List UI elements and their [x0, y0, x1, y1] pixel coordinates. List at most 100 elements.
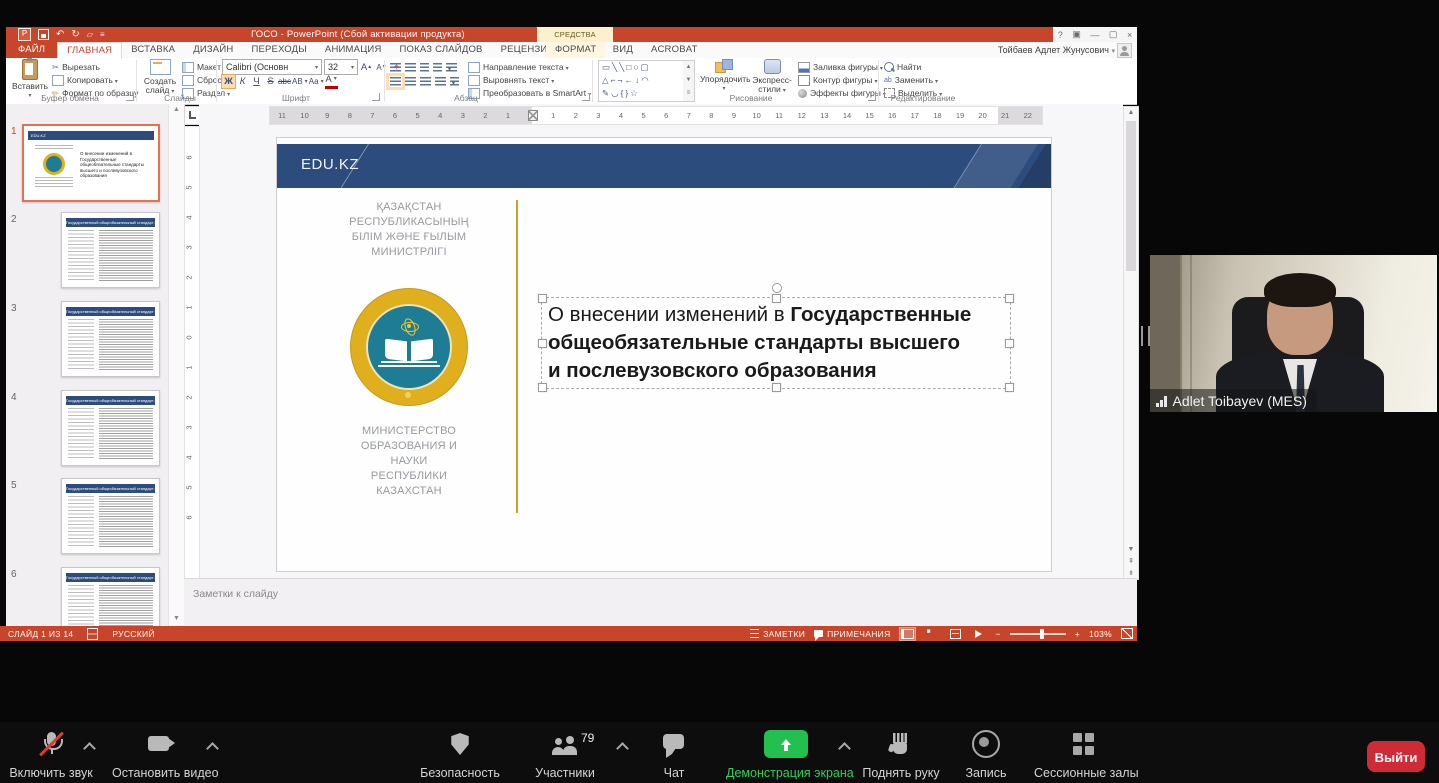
shape-fill-button[interactable]: Заливка фигуры [798, 61, 883, 73]
change-case-button[interactable]: Аа [309, 75, 324, 88]
save-icon[interactable] [38, 29, 49, 40]
reading-view-button[interactable] [948, 628, 963, 640]
tab-transitions[interactable]: ПЕРЕХОДЫ [242, 42, 315, 58]
vertical-ruler[interactable]: 6543210123456 [184, 126, 200, 580]
paragraph-dialog-launcher[interactable] [582, 93, 590, 101]
scroll-up-icon[interactable]: ▲ [169, 106, 184, 113]
text-direction-button[interactable]: Направление текста [468, 61, 569, 73]
tab-view[interactable]: ВИД [604, 42, 642, 58]
scroll-down-icon[interactable]: ▼ [1124, 546, 1138, 553]
align-right-icon[interactable] [420, 76, 431, 86]
columns-icon[interactable] [450, 76, 459, 86]
toolbar-share-button[interactable]: Демонстрация экрана [726, 728, 854, 780]
shapes-gallery-scroll[interactable]: ▲ ▼ ≡ [683, 60, 695, 102]
minimize-button[interactable]: — [1090, 30, 1099, 40]
slideshow-view-button[interactable] [972, 628, 987, 640]
notes-pane[interactable]: Заметки к слайду [184, 578, 1137, 627]
tab-slideshow[interactable]: ПОКАЗ СЛАЙДОВ [391, 42, 492, 58]
restore-button[interactable]: ▢ [1109, 29, 1118, 40]
slide-sorter-view-button[interactable] [924, 628, 939, 640]
font-name-select[interactable]: Calibri (Основн ▾ [222, 59, 322, 75]
grow-font-button[interactable]: А ▲ [360, 61, 373, 74]
resize-handle-e[interactable] [1005, 339, 1014, 348]
qat-menu-icon[interactable]: ≡ [100, 28, 105, 41]
undo-icon[interactable]: ↶ [56, 28, 64, 41]
scrollbar-thumb[interactable] [1126, 121, 1136, 271]
zoom-slider[interactable] [1009, 628, 1066, 639]
shapes-gallery[interactable]: ▭╲╲□○▢ △⌐¬←↓◠ ✎◡{}☆ [598, 60, 690, 102]
redo-icon[interactable]: ↻ [71, 28, 79, 41]
zoom-in-button[interactable]: + [1075, 629, 1080, 639]
resize-handle-s[interactable] [772, 383, 781, 392]
cut-button[interactable]: ✂ Вырезать [52, 61, 100, 73]
bold-button[interactable]: Ж [221, 73, 236, 89]
toolbar-unmute-button[interactable]: Включить звук [1, 728, 101, 780]
resize-handle-se[interactable] [1005, 383, 1014, 392]
align-center-icon[interactable] [405, 76, 416, 86]
thumbnails-scrollbar[interactable]: ▲ ▼ [168, 104, 185, 626]
help-button[interactable]: ? [1058, 30, 1063, 40]
slide-canvas[interactable]: EDU.KZ ҚАЗАҚСТАН РЕСПУБЛИКАСЫНЫҢ БІЛІМ Ж… [276, 137, 1052, 572]
normal-view-button[interactable] [898, 626, 916, 641]
toolbar-breakout-button[interactable]: Сессионные залы [1034, 728, 1139, 780]
justify-icon[interactable] [435, 76, 446, 86]
fit-to-window-icon[interactable] [1121, 628, 1133, 639]
tab-animations[interactable]: АНИМАЦИЯ [316, 42, 391, 58]
tab-format[interactable]: ФОРМАТ [546, 42, 606, 58]
toolbar-record-button[interactable]: Запись [936, 728, 1036, 780]
panel-drag-handle[interactable] [1141, 326, 1150, 346]
slide-title-textbox[interactable]: О внесении изменений в Государственные о… [538, 283, 1014, 392]
shape-outline-button[interactable]: Контур фигуры [798, 74, 877, 86]
underline-button[interactable]: Ч [250, 75, 263, 88]
slide-thumbnail[interactable]: Государственный общеобязательный стандар… [61, 301, 160, 377]
toolbar-chat-button[interactable]: Чат [624, 728, 724, 780]
tab-insert[interactable]: ВСТАВКА [122, 42, 184, 58]
copy-button[interactable]: Копировать [52, 74, 118, 86]
align-left-icon[interactable] [386, 72, 405, 90]
layout-button[interactable]: Макет [182, 61, 226, 73]
horizontal-ruler[interactable]: 11 10 9 8 7 6 5 4 3 2 1 1 2 3 4 5 6 7 8 9 10 11 12 13 14 15 16 17 18… [269, 106, 1043, 125]
zoom-slider-thumb[interactable] [1039, 628, 1044, 639]
ruler-tab-selector[interactable] [184, 106, 200, 125]
toolbar-security-button[interactable]: Безопасность [410, 728, 510, 780]
italic-button[interactable]: К [236, 75, 249, 88]
slide-thumbnail[interactable]: Государственный общеобязательный стандар… [61, 567, 160, 626]
comments-toggle[interactable]: ПРИМЕЧАНИЯ [814, 629, 890, 641]
shrink-font-button[interactable]: А▼ [375, 61, 388, 74]
zoom-out-button[interactable]: − [996, 629, 1001, 639]
tab-acrobat[interactable]: ACROBAT [642, 42, 707, 58]
resize-handle-n[interactable] [772, 294, 781, 303]
drawing-dialog-launcher[interactable] [868, 93, 876, 101]
resize-handle-nw[interactable] [538, 294, 547, 303]
slide-thumbnail[interactable]: Государственный общеобязательный стандар… [61, 390, 160, 466]
replace-button[interactable]: ab Заменить [884, 74, 938, 86]
scroll-down-icon[interactable]: ▼ [169, 615, 184, 622]
tab-design[interactable]: ДИЗАЙН [184, 42, 242, 58]
participant-video[interactable]: Adlet Toibayev (MES) [1150, 255, 1437, 412]
bullets-icon[interactable] [390, 62, 401, 72]
previous-slide-icon[interactable]: ⇞ [1124, 557, 1138, 565]
numbering-icon[interactable] [405, 62, 416, 72]
toolbar-participants-button[interactable]: 79 Участники [505, 728, 629, 780]
align-text-button[interactable]: Выровнять текст [468, 74, 554, 86]
close-button[interactable]: × [1127, 30, 1132, 40]
toolbar-stop-video-button[interactable]: Остановить видео [112, 728, 219, 780]
font-dialog-launcher[interactable] [372, 93, 380, 101]
resize-handle-ne[interactable] [1005, 294, 1014, 303]
notes-toggle[interactable]: ЗАМЕТКИ [750, 629, 805, 639]
next-slide-icon[interactable]: ⇟ [1124, 569, 1138, 577]
editor-scrollbar[interactable]: ▲ ▼ ⇞ ⇟ [1123, 106, 1139, 580]
tab-home[interactable]: ГЛАВНАЯ [57, 42, 123, 58]
zoom-percentage[interactable]: 103% [1089, 629, 1112, 639]
scroll-up-icon[interactable]: ▲ [1124, 109, 1138, 116]
start-slideshow-icon[interactable]: ▱ [87, 28, 93, 41]
font-color-button[interactable]: А [324, 73, 338, 89]
strikethrough-button[interactable]: S [264, 75, 277, 88]
increase-indent-icon[interactable] [433, 62, 442, 72]
leave-meeting-button[interactable]: Выйти [1367, 741, 1425, 772]
slide-thumbnail[interactable]: EDU.KZ О внесении изменений в Государстве… [22, 124, 160, 202]
arrange-button[interactable]: Упорядочить [700, 59, 751, 94]
resize-handle-sw[interactable] [538, 383, 547, 392]
decrease-indent-icon[interactable] [420, 62, 429, 72]
avatar[interactable] [1117, 43, 1132, 58]
